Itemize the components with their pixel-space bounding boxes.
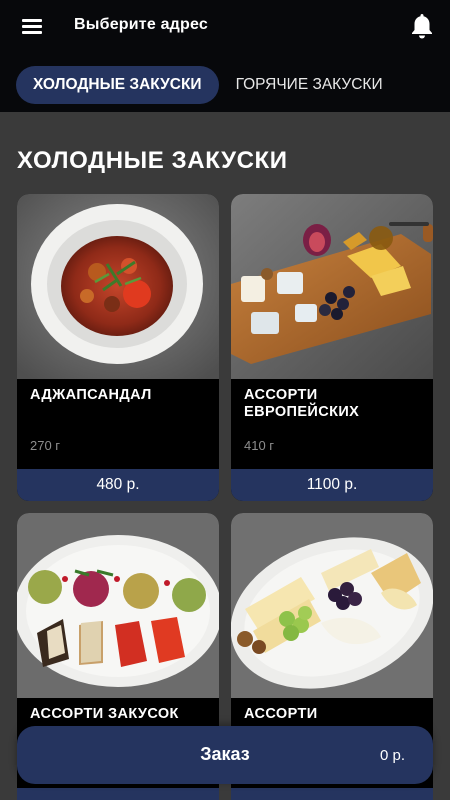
- product-price-button[interactable]: [17, 788, 219, 800]
- product-price-button[interactable]: 1100 р.: [231, 469, 433, 501]
- top-bar: Выберите адрес ХОЛОДНЫЕ ЗАКУСКИ ГОРЯЧИЕ …: [0, 0, 450, 112]
- tab-hot-appetizers[interactable]: ГОРЯЧИЕ ЗАКУСКИ: [236, 66, 383, 104]
- product-weight: 270 г: [30, 438, 61, 453]
- app-screen: Выберите адрес ХОЛОДНЫЕ ЗАКУСКИ ГОРЯЧИЕ …: [0, 0, 450, 800]
- product-name: АССОРТИ: [244, 706, 318, 722]
- category-tabs: ХОЛОДНЫЕ ЗАКУСКИ ГОРЯЧИЕ ЗАКУСКИ: [16, 66, 383, 104]
- product-name: АССОРТИ ЗАКУСОК: [30, 706, 179, 722]
- product-price-button[interactable]: [231, 788, 433, 800]
- product-photo: [231, 513, 433, 698]
- order-button[interactable]: Заказ 0 р.: [17, 726, 433, 784]
- address-selector[interactable]: Выберите адрес: [74, 16, 208, 34]
- order-label: Заказ: [200, 744, 250, 764]
- hamburger-menu-icon[interactable]: [20, 16, 46, 38]
- tab-cold-appetizers[interactable]: ХОЛОДНЫЕ ЗАКУСКИ: [16, 66, 219, 104]
- section-title: ХОЛОДНЫЕ ЗАКУСКИ: [17, 147, 288, 174]
- bell-icon[interactable]: [409, 12, 435, 40]
- order-total: 0 р.: [379, 747, 405, 764]
- product-photo: [17, 194, 219, 379]
- product-weight: 410 г: [244, 438, 275, 453]
- product-name: АДЖАПСАНДАЛ: [30, 387, 152, 403]
- product-price-button[interactable]: 480 р.: [17, 469, 219, 501]
- product-photo: [231, 194, 433, 379]
- product-photo: [17, 513, 219, 698]
- product-name: АССОРТИ ЕВРОПЕЙСКИХ: [244, 387, 360, 420]
- product-card[interactable]: АДЖАПСАНДАЛ 270 г 480 р.: [17, 194, 219, 501]
- product-card[interactable]: АССОРТИ ЕВРОПЕЙСКИХ 410 г 1100 р.: [231, 194, 433, 501]
